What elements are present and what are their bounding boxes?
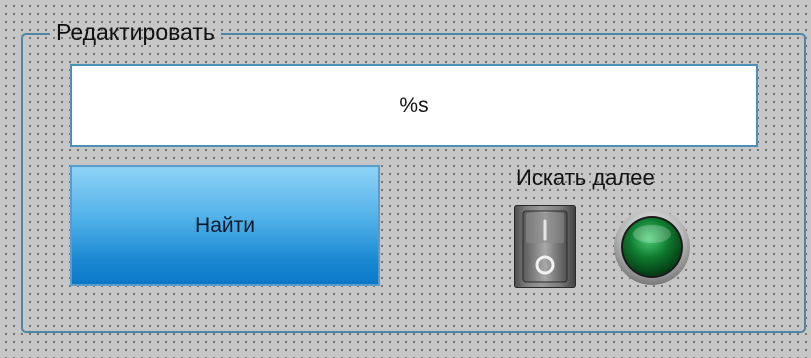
find-button[interactable]: Найти	[70, 165, 380, 286]
search-text-field[interactable]: %s	[70, 64, 758, 147]
groupbox-title: Редактировать	[50, 16, 221, 48]
find-button-label: Найти	[195, 213, 255, 237]
search-next-toggle-switch[interactable]	[514, 205, 576, 288]
search-text-value: %s	[399, 93, 429, 117]
search-next-indicator-lamp	[612, 207, 692, 287]
search-next-label: Искать далее	[516, 165, 655, 190]
indicator-lamp-icon	[614, 209, 690, 285]
toggle-switch-icon	[522, 210, 568, 283]
